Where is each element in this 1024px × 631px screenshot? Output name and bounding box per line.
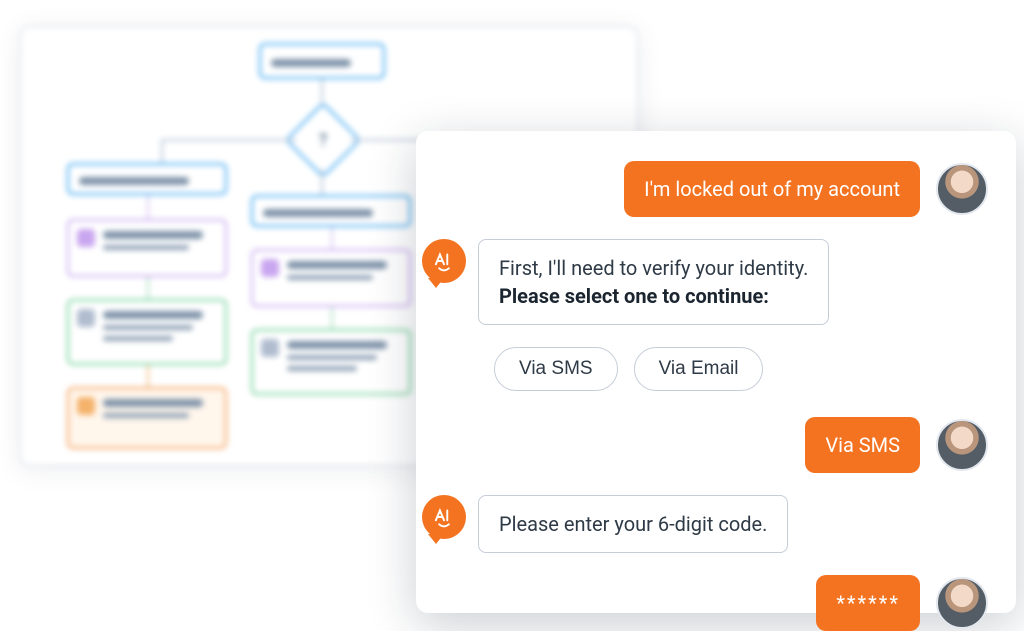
reply-options-row: Via SMS Via Email xyxy=(494,347,988,391)
option-email-button[interactable]: Via Email xyxy=(634,347,764,391)
flowchart-node xyxy=(251,329,411,395)
user-avatar xyxy=(936,163,988,215)
user-message-bubble: ****** xyxy=(816,575,920,631)
chat-row-user: Via SMS xyxy=(444,417,988,473)
bot-message-bubble: Please enter your 6-digit code. xyxy=(478,495,788,553)
ai-badge-icon xyxy=(422,495,466,539)
flowchart-node xyxy=(251,249,411,307)
flowchart-node xyxy=(67,219,227,277)
bot-message-bubble: First, I'll need to verify your identity… xyxy=(478,239,829,325)
user-message-bubble: Via SMS xyxy=(805,417,920,473)
flowchart-node xyxy=(67,163,227,195)
user-message-bubble: I'm locked out of my account xyxy=(624,161,920,217)
chat-panel: I'm locked out of my account First, I'll… xyxy=(416,131,1016,613)
chat-row-bot: First, I'll need to verify your identity… xyxy=(444,239,988,325)
bot-text-line: First, I'll need to verify your identity… xyxy=(499,254,808,282)
chat-row-user: I'm locked out of my account xyxy=(444,161,988,217)
option-sms-button[interactable]: Via SMS xyxy=(494,347,618,391)
flowchart-node xyxy=(251,195,411,227)
ai-badge-icon xyxy=(422,239,466,283)
flowchart-node xyxy=(259,43,385,79)
bot-text-line-strong: Please select one to continue: xyxy=(499,284,769,308)
user-avatar xyxy=(936,419,988,471)
user-avatar xyxy=(936,577,988,629)
chat-row-user: ****** xyxy=(444,575,988,631)
flowchart-node xyxy=(67,387,227,449)
chat-row-bot: Please enter your 6-digit code. xyxy=(444,495,988,553)
flowchart-decision-diamond: ? xyxy=(285,102,361,178)
flowchart-node xyxy=(67,299,227,365)
